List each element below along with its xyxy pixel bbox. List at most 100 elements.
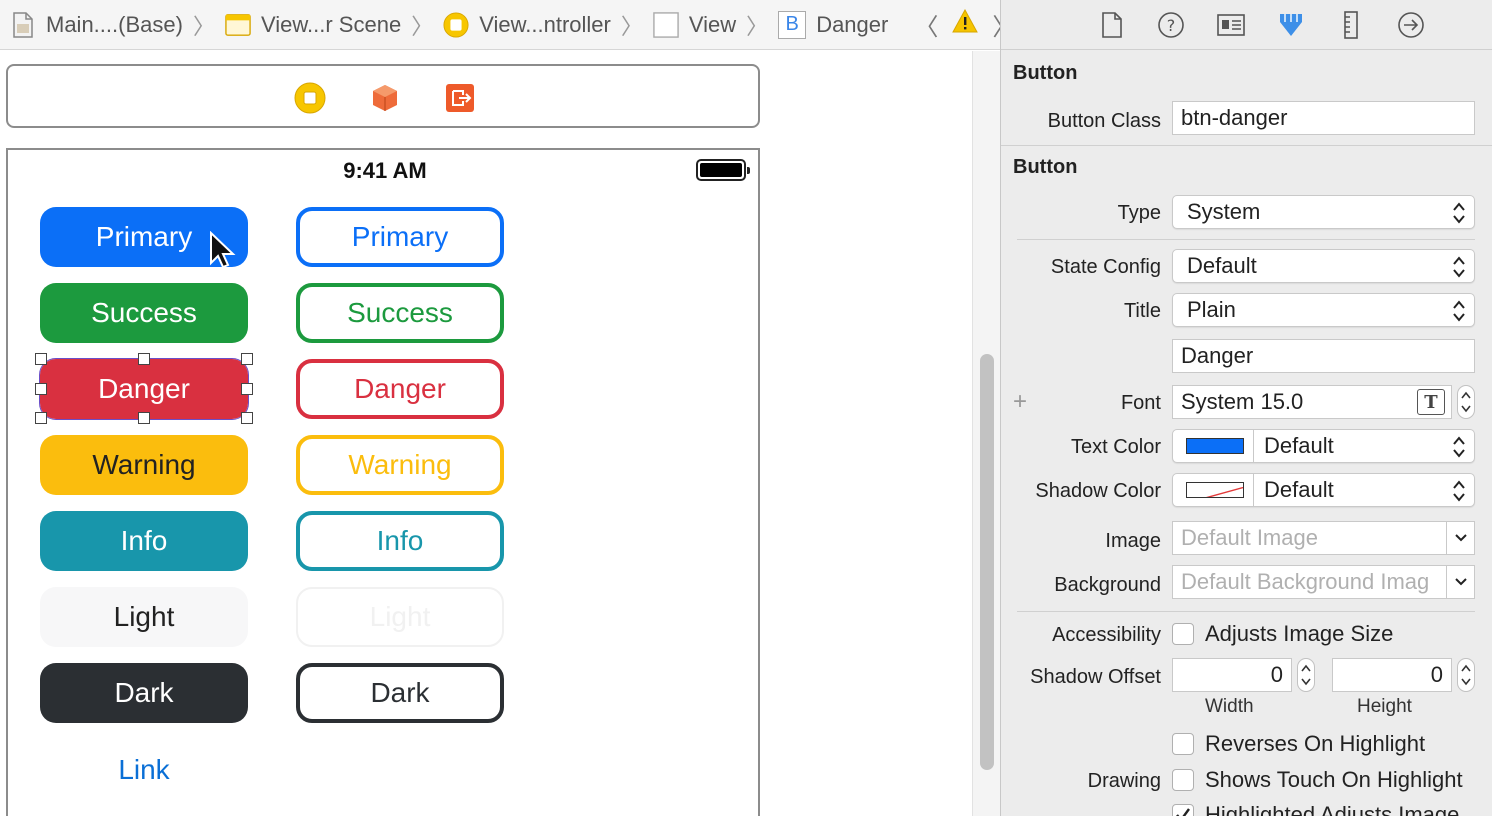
- identity-inspector-icon[interactable]: [1216, 10, 1246, 40]
- outline-button-success[interactable]: Success: [296, 283, 504, 343]
- shadow-offset-height-field[interactable]: 0: [1332, 658, 1452, 692]
- highlighted-adjusts-image-checkbox[interactable]: [1172, 804, 1194, 816]
- attributes-inspector-icon[interactable]: [1276, 10, 1306, 40]
- storyboard-file-icon: [10, 11, 36, 38]
- canvas-scrollbar[interactable]: [972, 51, 1000, 816]
- resize-handle[interactable]: [241, 383, 253, 395]
- text-color-popup[interactable]: Default: [1172, 429, 1475, 463]
- updown-arrows-icon: [1453, 202, 1465, 224]
- text-color-label: Text Color: [1070, 436, 1161, 458]
- chevron-right-icon: 〉: [620, 13, 643, 39]
- title-popup[interactable]: Plain: [1172, 293, 1475, 327]
- state-config-value: Default: [1187, 253, 1257, 278]
- width-caption: Width: [1205, 696, 1254, 717]
- crumb-label: View...r Scene: [260, 11, 402, 37]
- text-color-swatch: [1186, 438, 1244, 454]
- resize-handle[interactable]: [138, 353, 150, 365]
- image-placeholder: Default Image: [1181, 525, 1318, 550]
- status-bar-time: 9:41 AM: [343, 158, 427, 183]
- section-title: Button: [1013, 62, 1078, 84]
- resize-handle[interactable]: [35, 353, 47, 365]
- solid-button-light[interactable]: Light: [40, 587, 248, 647]
- font-value: System 15.0: [1181, 389, 1304, 414]
- resize-handle[interactable]: [241, 412, 253, 424]
- updown-arrows-icon: [1453, 300, 1465, 322]
- crumb-storyboard[interactable]: Main....(Base): [10, 12, 183, 38]
- outline-button-primary[interactable]: Primary: [296, 207, 504, 267]
- svg-text:?: ?: [1167, 16, 1176, 35]
- size-inspector-icon[interactable]: [1336, 10, 1366, 40]
- issue-navigator: 〈 〉: [914, 7, 1000, 42]
- background-combo[interactable]: Default Background Imag: [1172, 565, 1475, 599]
- outline-button-light[interactable]: Light: [296, 587, 504, 647]
- crumb-view-controller[interactable]: View...ntroller: [443, 12, 611, 38]
- button-class-label: Button Class: [1047, 110, 1161, 132]
- chevron-right-icon: 〉: [192, 13, 215, 39]
- chevron-right-icon[interactable]: 〉: [992, 7, 1000, 42]
- device-frame: 9:41 AM Primary Success Danger Warning Info L…: [6, 148, 760, 816]
- crumb-scene[interactable]: View...r Scene: [225, 12, 401, 38]
- shadow-color-label: Shadow Color: [1035, 480, 1161, 502]
- height-caption: Height: [1357, 696, 1412, 717]
- shadow-offset-width-field[interactable]: 0: [1172, 658, 1292, 692]
- shadow-width-stepper[interactable]: [1297, 658, 1315, 692]
- chevron-down-icon[interactable]: [1446, 566, 1474, 598]
- shadow-color-swatch: [1186, 482, 1244, 498]
- crumb-button[interactable]: B Danger: [778, 10, 888, 39]
- crumb-label: View: [688, 11, 737, 37]
- type-popup[interactable]: System: [1172, 195, 1475, 229]
- drawing-label: Drawing: [1087, 770, 1161, 792]
- outline-button-danger[interactable]: Danger: [296, 359, 504, 419]
- resize-handle[interactable]: [35, 412, 47, 424]
- resize-handle[interactable]: [138, 412, 150, 424]
- exit-icon[interactable]: [444, 82, 476, 114]
- chevron-down-icon[interactable]: [1446, 522, 1474, 554]
- scrollbar-thumb[interactable]: [980, 354, 994, 770]
- storyboard-canvas[interactable]: 9:41 AM Primary Success Danger Warning Info L…: [0, 51, 1000, 816]
- solid-button-danger[interactable]: Danger: [39, 358, 249, 420]
- font-size-stepper[interactable]: [1457, 385, 1475, 419]
- button-class-field[interactable]: btn-danger: [1172, 101, 1475, 135]
- adjusts-image-size-checkbox[interactable]: [1172, 623, 1194, 645]
- outline-button-info[interactable]: Info: [296, 511, 504, 571]
- file-inspector-icon[interactable]: [1097, 10, 1127, 40]
- title-text-field[interactable]: Danger: [1172, 339, 1475, 373]
- crumb-label: View...ntroller: [479, 11, 611, 37]
- background-label: Background: [1054, 574, 1161, 596]
- help-inspector-icon[interactable]: ?: [1156, 10, 1186, 40]
- view-controller-icon[interactable]: [294, 82, 326, 114]
- state-config-popup[interactable]: Default: [1172, 249, 1475, 283]
- solid-button-warning[interactable]: Warning: [40, 435, 248, 495]
- solid-button-dark[interactable]: Dark: [40, 663, 248, 723]
- chevron-left-icon[interactable]: 〈: [914, 7, 938, 42]
- warning-icon[interactable]: [952, 8, 979, 40]
- resize-handle[interactable]: [241, 353, 253, 365]
- image-combo[interactable]: Default Image: [1172, 521, 1475, 555]
- reverses-on-highlight-label: Reverses On Highlight: [1205, 731, 1426, 756]
- inspector-tab-bar: ?: [1001, 0, 1492, 50]
- battery-icon: [696, 159, 750, 181]
- view-icon: [653, 11, 679, 38]
- text-color-value: Default: [1264, 433, 1334, 458]
- reverses-on-highlight-checkbox[interactable]: [1172, 733, 1194, 755]
- accessibility-label: Accessibility: [1052, 624, 1161, 646]
- outline-button-warning[interactable]: Warning: [296, 435, 504, 495]
- outline-button-dark[interactable]: Dark: [296, 663, 504, 723]
- resize-handle[interactable]: [35, 383, 47, 395]
- font-field[interactable]: System 15.0 T: [1172, 385, 1452, 419]
- link-button[interactable]: Link: [40, 740, 248, 800]
- first-responder-icon[interactable]: [369, 82, 401, 114]
- solid-button-info[interactable]: Info: [40, 511, 248, 571]
- shadow-offset-label: Shadow Offset: [1030, 666, 1161, 688]
- shadow-color-popup[interactable]: Default: [1172, 473, 1475, 507]
- shows-touch-on-highlight-checkbox[interactable]: [1172, 769, 1194, 791]
- title-label: Title: [1123, 300, 1161, 322]
- view-controller-icon: [443, 11, 469, 38]
- scene-dock: [6, 64, 760, 128]
- mouse-pointer-icon: [210, 231, 236, 269]
- shadow-height-stepper[interactable]: [1457, 658, 1475, 692]
- solid-button-success[interactable]: Success: [40, 283, 248, 343]
- connections-inspector-icon[interactable]: [1396, 10, 1426, 40]
- crumb-view[interactable]: View: [653, 12, 736, 38]
- font-picker-icon[interactable]: T: [1417, 389, 1445, 415]
